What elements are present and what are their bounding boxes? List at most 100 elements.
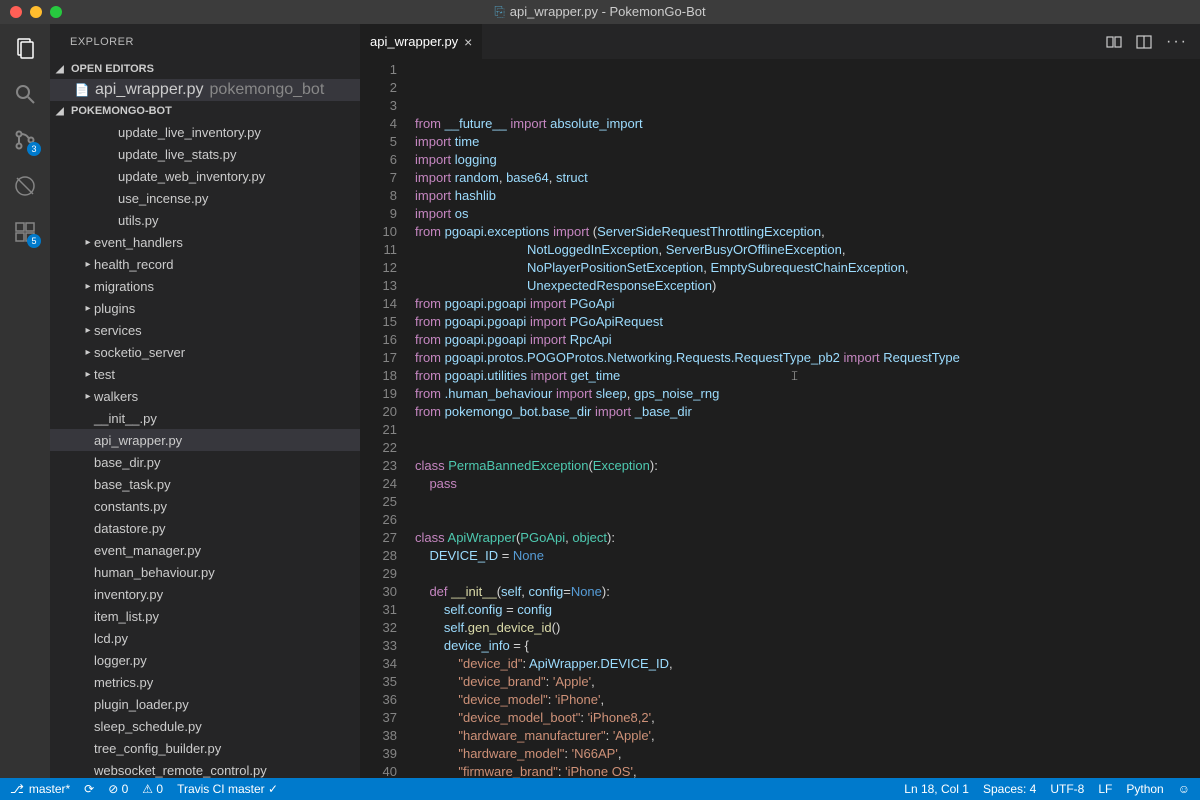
code-line[interactable]: from pokemongo_bot.base_dir import _base… — [415, 403, 1185, 421]
tree-file[interactable]: datastore.py — [50, 517, 360, 539]
tab-api-wrapper[interactable]: api_wrapper.py × — [360, 24, 483, 59]
code-line[interactable]: from pgoapi.utilities import get_time — [415, 367, 1185, 385]
feedback-icon[interactable]: ☺ — [1178, 782, 1190, 796]
open-editor-item[interactable]: 📄 api_wrapper.py pokemongo_bot — [50, 79, 360, 101]
split-icon[interactable] — [1136, 34, 1152, 50]
code-line[interactable]: import os — [415, 205, 1185, 223]
code-line[interactable]: UnexpectedResponseException) — [415, 277, 1185, 295]
sync-button[interactable]: ⟳ — [84, 782, 94, 796]
tree-file[interactable]: inventory.py — [50, 583, 360, 605]
code-line[interactable]: self.gen_device_id() — [415, 619, 1185, 637]
code-line[interactable]: "firmware_brand": 'iPhone OS', — [415, 763, 1185, 778]
tree-file[interactable]: event_manager.py — [50, 539, 360, 561]
tree-file[interactable]: use_incense.py — [50, 187, 360, 209]
tree-file[interactable]: update_live_stats.py — [50, 143, 360, 165]
code-line[interactable]: "hardware_manufacturer": 'Apple', — [415, 727, 1185, 745]
code-line[interactable]: from pgoapi.exceptions import (ServerSid… — [415, 223, 1185, 241]
tree-folder[interactable]: ▸walkers — [50, 385, 360, 407]
code-line[interactable]: def __init__(self, config=None): — [415, 583, 1185, 601]
tree-file[interactable]: sleep_schedule.py — [50, 715, 360, 737]
code-line[interactable]: import logging — [415, 151, 1185, 169]
problems-warnings[interactable]: ⚠ 0 — [142, 782, 163, 796]
eol[interactable]: LF — [1098, 782, 1112, 796]
code-line[interactable] — [415, 565, 1185, 583]
code-line[interactable]: device_info = { — [415, 637, 1185, 655]
tree-folder[interactable]: ▸health_record — [50, 253, 360, 275]
code-line[interactable]: from pgoapi.protos.POGOProtos.Networking… — [415, 349, 1185, 367]
search-icon[interactable] — [11, 80, 39, 108]
minimize-window-icon[interactable] — [30, 6, 42, 18]
tree-folder[interactable]: ▸plugins — [50, 297, 360, 319]
compare-icon[interactable] — [1106, 34, 1122, 50]
tree-file[interactable]: human_behaviour.py — [50, 561, 360, 583]
close-icon[interactable]: × — [464, 34, 472, 50]
travis-status[interactable]: Travis CI master ✓ — [177, 782, 278, 796]
minimap[interactable] — [1185, 59, 1200, 778]
tree-folder[interactable]: ▸migrations — [50, 275, 360, 297]
code-line[interactable]: DEVICE_ID = None — [415, 547, 1185, 565]
code-line[interactable]: pass — [415, 475, 1185, 493]
code-line[interactable]: "device_brand": 'Apple', — [415, 673, 1185, 691]
folder-header[interactable]: ◢ POKEMONGO-BOT — [50, 101, 360, 121]
tree-folder[interactable]: ▸test — [50, 363, 360, 385]
code-line[interactable]: "device_model": 'iPhone', — [415, 691, 1185, 709]
code-line[interactable]: from pgoapi.pgoapi import PGoApi — [415, 295, 1185, 313]
tree-file[interactable]: item_list.py — [50, 605, 360, 627]
code-line[interactable]: from .human_behaviour import sleep, gps_… — [415, 385, 1185, 403]
cursor-position[interactable]: Ln 18, Col 1 — [904, 782, 969, 796]
code-line[interactable]: import time — [415, 133, 1185, 151]
tree-file[interactable]: websocket_remote_control.py — [50, 759, 360, 778]
tree-folder[interactable]: ▸event_handlers — [50, 231, 360, 253]
code-line[interactable]: "device_model_boot": 'iPhone8,2', — [415, 709, 1185, 727]
encoding[interactable]: UTF-8 — [1050, 782, 1084, 796]
tree-file[interactable]: metrics.py — [50, 671, 360, 693]
close-window-icon[interactable] — [10, 6, 22, 18]
tree-file[interactable]: update_live_inventory.py — [50, 121, 360, 143]
tree-folder[interactable]: ▸services — [50, 319, 360, 341]
tree-file[interactable]: api_wrapper.py — [50, 429, 360, 451]
language-mode[interactable]: Python — [1126, 782, 1163, 796]
tree-file[interactable]: utils.py — [50, 209, 360, 231]
code-line[interactable]: import hashlib — [415, 187, 1185, 205]
tree-file[interactable]: lcd.py — [50, 627, 360, 649]
problems-errors[interactable]: ⊘ 0 — [108, 782, 128, 796]
code-lines[interactable]: 𝙸 from __future__ import absolute_import… — [415, 59, 1185, 778]
explorer-icon[interactable] — [11, 34, 39, 62]
tree-folder[interactable]: ▸socketio_server — [50, 341, 360, 363]
file-tree[interactable]: update_live_inventory.pyupdate_live_stat… — [50, 121, 360, 778]
code-line[interactable]: from __future__ import absolute_import — [415, 115, 1185, 133]
code-line[interactable]: import random, base64, struct — [415, 169, 1185, 187]
code-line[interactable]: self.config = config — [415, 601, 1185, 619]
extensions-icon[interactable]: 5 — [11, 218, 39, 246]
code-line[interactable]: class PermaBannedException(Exception): — [415, 457, 1185, 475]
code-line[interactable]: from pgoapi.pgoapi import RpcApi — [415, 331, 1185, 349]
tree-file[interactable]: __init__.py — [50, 407, 360, 429]
code-line[interactable] — [415, 493, 1185, 511]
tree-file[interactable]: logger.py — [50, 649, 360, 671]
code-line[interactable] — [415, 511, 1185, 529]
code-line[interactable]: from pgoapi.pgoapi import PGoApiRequest — [415, 313, 1185, 331]
code-line[interactable]: class ApiWrapper(PGoApi, object): — [415, 529, 1185, 547]
tree-file[interactable]: plugin_loader.py — [50, 693, 360, 715]
code-line[interactable] — [415, 439, 1185, 457]
git-branch[interactable]: ⎇master* — [10, 782, 70, 796]
maximize-window-icon[interactable] — [50, 6, 62, 18]
indentation[interactable]: Spaces: 4 — [983, 782, 1036, 796]
code-line[interactable] — [415, 421, 1185, 439]
tree-file[interactable]: tree_config_builder.py — [50, 737, 360, 759]
tree-file[interactable]: base_dir.py — [50, 451, 360, 473]
open-editors-header[interactable]: ◢ OPEN EDITORS — [50, 59, 360, 79]
code-line[interactable]: NotLoggedInException, ServerBusyOrOfflin… — [415, 241, 1185, 259]
debug-icon[interactable] — [11, 172, 39, 200]
code-line[interactable]: "hardware_model": 'N66AP', — [415, 745, 1185, 763]
tree-file[interactable]: update_web_inventory.py — [50, 165, 360, 187]
scm-icon[interactable]: 3 — [11, 126, 39, 154]
tree-file[interactable]: base_task.py — [50, 473, 360, 495]
tree-label: tree_config_builder.py — [94, 741, 221, 756]
code-editor[interactable]: 1234567891011121314151617181920212223242… — [360, 59, 1200, 778]
code-line[interactable]: "device_id": ApiWrapper.DEVICE_ID, — [415, 655, 1185, 673]
code-line[interactable]: NoPlayerPositionSetException, EmptySubre… — [415, 259, 1185, 277]
more-icon[interactable]: ··· — [1166, 33, 1188, 51]
tree-file[interactable]: constants.py — [50, 495, 360, 517]
tree-label: use_incense.py — [118, 191, 208, 206]
